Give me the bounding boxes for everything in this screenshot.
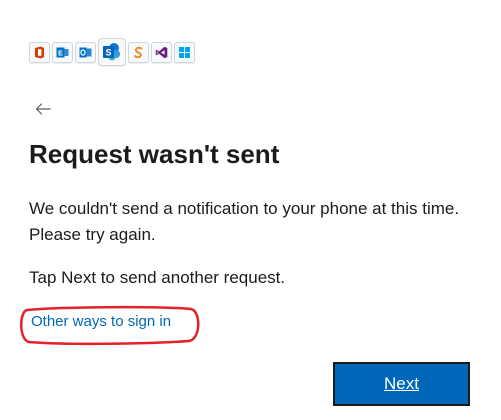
sign-in-page: E S Request wasn't sent We couldn't send… [0,0,501,420]
outlook-icon [75,41,96,63]
back-button[interactable] [32,98,54,120]
next-button[interactable]: Next [333,362,470,406]
page-title: Request wasn't sent [29,139,280,169]
brand-logo-strip: E S [29,38,195,66]
swirl-icon [128,41,149,63]
exchange-icon: E [52,41,73,63]
sharepoint-icon: S [98,38,126,66]
svg-text:S: S [105,48,111,58]
back-arrow-icon [35,103,51,115]
windows-icon [174,41,195,63]
retry-hint: Tap Next to send another request. [29,268,286,287]
other-ways-to-sign-in-link[interactable]: Other ways to sign in [31,313,171,330]
error-message: We couldn't send a notification to your … [29,199,460,244]
svg-text:E: E [58,50,63,57]
visual-studio-icon [151,41,172,63]
office-icon [29,41,50,63]
